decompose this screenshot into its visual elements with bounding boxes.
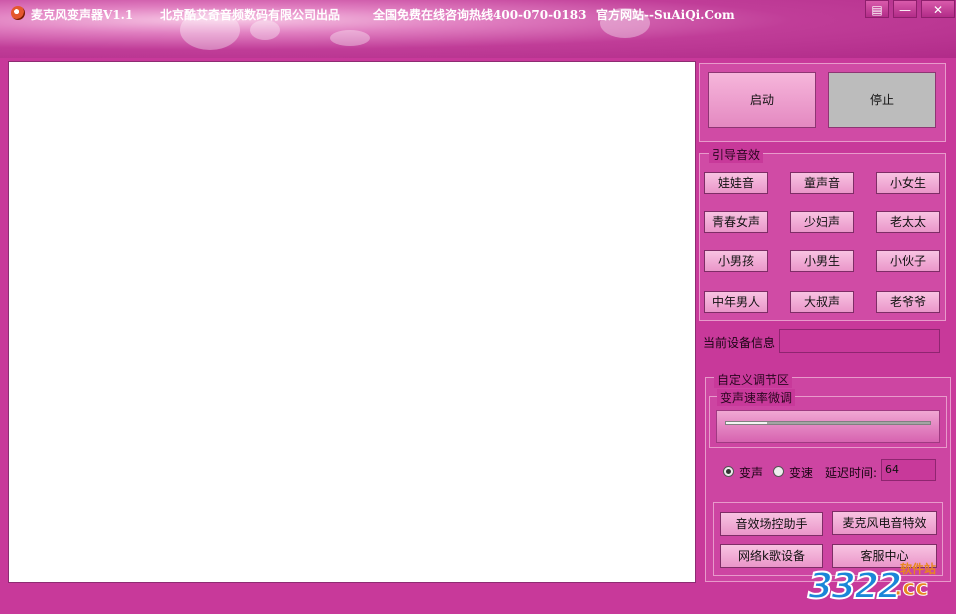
company-text: 北京酷艾奇音频数码有限公司出品 — [160, 8, 341, 22]
stop-button[interactable]: 停止 — [828, 72, 936, 128]
effect-button[interactable]: 娃娃音 — [704, 172, 768, 194]
effect-button[interactable]: 童声音 — [790, 172, 854, 194]
mic-effects-button[interactable]: 麦克风电音特效 — [832, 511, 937, 535]
speed-adjust-title: 变声速率微调 — [717, 389, 796, 406]
log-display-area[interactable] — [8, 61, 696, 583]
device-info-field — [779, 329, 940, 353]
watermark-suffix: .cc — [893, 576, 929, 602]
website-text: 官方网站--SuAiQi.Com — [596, 8, 735, 22]
app-logo-icon — [11, 6, 25, 20]
close-button[interactable]: ✕ — [921, 0, 955, 18]
effect-button[interactable]: 中年男人 — [704, 291, 768, 313]
slider-fill — [726, 422, 767, 424]
device-info-label: 当前设备信息 — [703, 336, 776, 350]
site-watermark: 3322 .cc 软件站 — [807, 560, 956, 614]
effect-button[interactable]: 小女生 — [876, 172, 940, 194]
effect-button[interactable]: 老太太 — [876, 211, 940, 233]
effect-assistant-button[interactable]: 音效场控助手 — [720, 512, 823, 536]
app-window: 麦克风变声器V1.1 北京酷艾奇音频数码有限公司出品 全国免费在线咨询热线400… — [0, 0, 956, 614]
title-bar: 麦克风变声器V1.1 北京酷艾奇音频数码有限公司出品 全国免费在线咨询热线400… — [0, 0, 956, 58]
effect-button[interactable]: 少妇声 — [790, 211, 854, 233]
voice-radio[interactable] — [723, 466, 734, 477]
start-button[interactable]: 启动 — [708, 72, 816, 128]
delay-input[interactable]: 64 — [881, 459, 936, 481]
slider-track — [725, 421, 931, 425]
effect-button[interactable]: 老爷爷 — [876, 291, 940, 313]
speed-slider[interactable] — [716, 410, 940, 443]
menu-button[interactable]: ▤ — [865, 0, 889, 18]
effect-button[interactable]: 小男生 — [790, 250, 854, 272]
custom-adjust-title: 自定义调节区 — [714, 371, 793, 388]
voice-radio-label: 变声 — [739, 466, 764, 480]
control-panel: 启动 停止 — [699, 63, 946, 142]
delay-label: 延迟时间: — [825, 466, 878, 480]
effect-button[interactable]: 小男孩 — [704, 250, 768, 272]
effect-button[interactable]: 青春女声 — [704, 211, 768, 233]
speed-radio[interactable] — [773, 466, 784, 477]
effect-button[interactable]: 小伙子 — [876, 250, 940, 272]
watermark-number: 3322 — [807, 565, 903, 608]
effect-button[interactable]: 大叔声 — [790, 291, 854, 313]
guide-effects-title: 引导音效 — [709, 146, 764, 163]
app-title: 麦克风变声器V1.1 — [31, 8, 134, 22]
minimize-button[interactable]: — — [893, 0, 917, 18]
speed-radio-label: 变速 — [789, 466, 814, 480]
watermark-site: 软件站 — [900, 562, 937, 576]
hotline-text: 全国免费在线咨询热线400-070-0183 — [373, 8, 587, 22]
